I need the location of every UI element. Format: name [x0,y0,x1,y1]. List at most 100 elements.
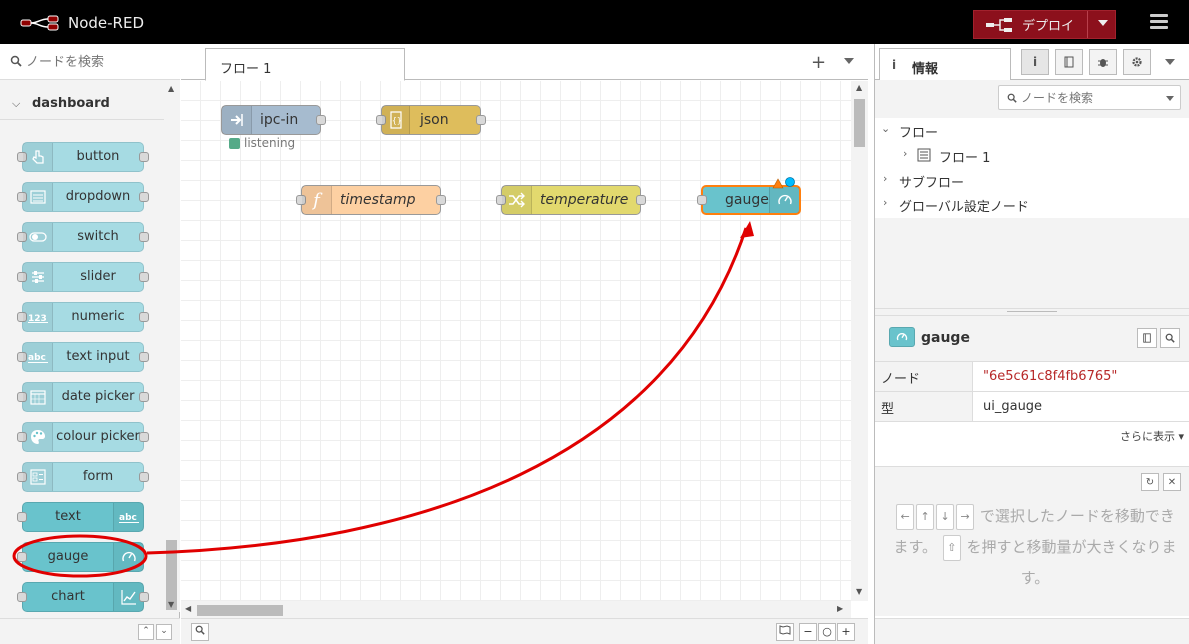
scroll-left-icon[interactable]: ◀ [185,604,191,613]
tree-item-flows[interactable]: ⌄ フロー [875,118,1189,142]
sidebar-splitter[interactable] [875,308,1189,316]
canvas-horizontal-scrollbar[interactable]: ◀ ▶ [181,601,851,618]
output-port[interactable] [436,195,446,205]
chevron-right-icon: › [903,147,908,160]
palette-node-gauge[interactable]: gauge [17,542,144,572]
gear-icon[interactable] [1123,49,1151,75]
help-text-part2: を押すと移動量が大きくなります。 [966,538,1177,587]
arrow-in-icon [222,106,252,134]
book-icon[interactable] [1137,328,1157,348]
palette-node-label: text [55,509,81,524]
splitter-grip[interactable] [1007,311,1057,312]
canvas-vertical-scrollbar[interactable]: ▲ ▼ [851,81,868,601]
zoom-in-icon[interactable]: + [837,623,855,641]
workspace-tabs: フロー 1 + [181,44,868,81]
hand-pointer-icon [23,143,53,171]
zoom-out-icon[interactable]: − [799,623,817,641]
flow-node-gauge[interactable]: gauge [697,185,801,215]
tree-label: フロー 1 [939,151,991,166]
sidebar-search-input[interactable] [1021,90,1161,106]
output-port [139,352,149,362]
show-more-link[interactable]: さらに表示 ▾ [1120,428,1184,444]
expand-all-icon[interactable]: ⌄ [156,624,172,640]
palette-node-colour-picker[interactable]: colour picker [17,422,149,452]
palette-node-button[interactable]: button [17,142,149,172]
scroll-down-icon[interactable]: ▼ [856,587,862,596]
tab-flow-1[interactable]: フロー 1 [205,48,405,81]
debug-bug-icon[interactable] [1089,49,1117,75]
deploy-button[interactable]: デプロイ [973,10,1116,39]
refresh-icon[interactable]: ↻ [1141,473,1159,491]
palette-node-date-picker[interactable]: date picker [17,382,149,412]
scroll-up-icon[interactable]: ▲ [856,83,862,92]
scrollbar-thumb[interactable] [197,605,283,616]
search-icon[interactable] [1160,328,1180,348]
palette-node-label: form [82,469,114,484]
search-icon [1007,93,1017,103]
output-port [139,472,149,482]
flow-node-json[interactable]: {} json [376,105,486,135]
sidebar-tab-menu-icon[interactable] [1165,59,1175,65]
palette-node-numeric[interactable]: 123 numeric [17,302,149,332]
palette-node-label: text input [66,349,130,364]
help-text: ← ↑ ↓ → で選択したノードを移動できます。 ⇧ を押すと移動量が大きくなります。 [889,501,1181,594]
output-port[interactable] [476,115,486,125]
flow-node-label: ipc-in [260,112,299,128]
palette-node-slider[interactable]: slider [17,262,149,292]
tree-item-global-config[interactable]: › グローバル設定ノード [875,192,1189,216]
zoom-reset-icon[interactable]: ○ [818,623,836,641]
info-tab-button[interactable]: i [1021,49,1049,75]
palette-search [0,44,180,80]
hamburger-icon [1150,14,1168,17]
change-shuffle-icon [502,186,532,214]
palette-footer: ⌃ ⌄ [0,618,180,644]
tree-item-flow-1[interactable]: › フロー 1 [875,143,1189,167]
form-icon [23,463,53,491]
flow-node-ipc-in[interactable]: ipc-in [221,105,326,135]
text-abc-icon: abc [23,343,53,371]
category-label: dashboard [32,96,110,111]
palette-node-label: slider [80,269,116,284]
palette-scrollbar[interactable]: ▲ ▼ [164,80,180,612]
close-icon[interactable]: ✕ [1163,473,1181,491]
palette-node-switch[interactable]: switch [17,222,149,252]
book-icon[interactable] [1055,49,1083,75]
output-port[interactable] [636,195,646,205]
property-row-node: ノード "6e5c61c8f4fb6765" [875,362,1189,392]
palette-node-chart[interactable]: chart [17,582,149,612]
flow-canvas[interactable]: ipc-in listening {} json f timestamp tem… [181,81,851,601]
search-options-icon[interactable] [1166,96,1174,101]
tab-menu-icon[interactable] [844,58,854,64]
tree-label: フロー [899,126,939,141]
deploy-dropdown-icon[interactable] [1098,20,1108,26]
sidebar: i 情報 i ノードを検索 ⌄ フロー › フロー 1 › サブフロー › グロ… [874,44,1189,644]
collapse-all-icon[interactable]: ⌃ [138,624,154,640]
property-value: ui_gauge [983,399,1043,414]
palette-category-dashboard[interactable]: ⌵ dashboard [0,88,164,120]
tree-item-subflows[interactable]: › サブフロー [875,168,1189,192]
add-flow-icon[interactable]: + [811,52,826,73]
arrow-right-key-icon: → [956,503,975,530]
svg-text:abc: abc [119,513,137,523]
palette-node-dropdown[interactable]: dropdown [17,182,149,212]
flow-node-temperature[interactable]: temperature [496,185,646,215]
main-menu-button[interactable] [1150,14,1168,30]
node-red-logo-icon [20,15,59,31]
palette-node-text[interactable]: text abc [17,502,144,532]
palette-node-text-input[interactable]: abc text input [17,342,149,372]
scroll-right-icon[interactable]: ▶ [837,604,843,613]
node-properties-table: ノード "6e5c61c8f4fb6765" 型 ui_gauge [875,362,1189,422]
navigator-map-icon[interactable] [776,623,794,641]
scrollbar-thumb[interactable] [854,99,865,147]
scroll-up-icon[interactable]: ▲ [168,84,174,93]
tab-info[interactable]: i 情報 [879,48,1011,81]
palette-search-input[interactable] [26,52,174,72]
scroll-down-icon[interactable]: ▼ [168,600,174,609]
hamburger-line [1150,26,1168,29]
search-icon[interactable] [191,623,209,641]
palette-node-form[interactable]: form [17,462,149,492]
flow-node-timestamp[interactable]: f timestamp [296,185,446,215]
flow-node-label: timestamp [340,192,416,208]
input-port[interactable] [697,195,707,205]
output-port[interactable] [316,115,326,125]
